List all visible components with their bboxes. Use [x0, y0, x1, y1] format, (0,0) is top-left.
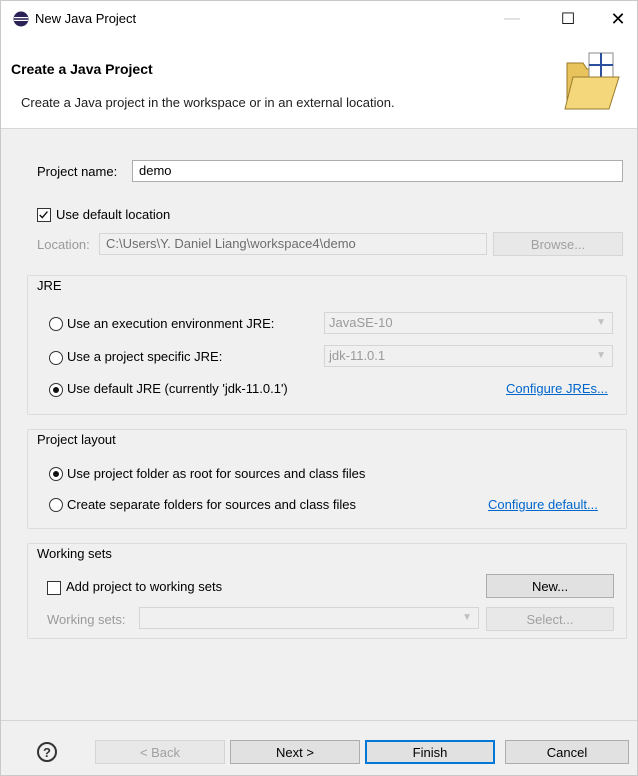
cancel-button[interactable]: Cancel	[505, 740, 629, 764]
layout-separate-label: Create separate folders for sources and …	[67, 497, 357, 512]
new-working-set-button[interactable]: New...	[486, 574, 614, 598]
page-description: Create a Java project in the workspace o…	[21, 95, 395, 110]
add-to-working-sets-checkbox[interactable]	[47, 581, 61, 595]
chevron-down-icon: ▼	[596, 350, 606, 361]
layout-root-radio[interactable]	[49, 467, 63, 481]
layout-separate-radio[interactable]	[49, 498, 63, 512]
help-icon[interactable]: ?	[37, 742, 57, 762]
location-label: Location:	[37, 237, 90, 252]
browse-button[interactable]: Browse...	[493, 232, 623, 256]
use-default-location-checkbox[interactable]	[37, 208, 51, 222]
configure-default-link[interactable]: Configure default...	[488, 497, 598, 512]
project-specific-jre-value: jdk-11.0.1	[329, 348, 386, 363]
project-specific-jre-combo[interactable]: jdk-11.0.1 ▼	[324, 345, 613, 367]
jre-project-specific-label: Use a project specific JRE:	[67, 349, 223, 364]
window-title: New Java Project	[35, 11, 137, 26]
add-to-working-sets-label: Add project to working sets	[66, 579, 223, 594]
close-button[interactable]: ✕	[595, 1, 638, 37]
jre-default-radio[interactable]	[49, 383, 63, 397]
wizard-header: Create a Java Project Create a Java proj…	[1, 37, 637, 129]
new-java-project-dialog: New Java Project — ☐ ✕ Create a Java Pro…	[0, 0, 638, 776]
layout-root-label: Use project folder as root for sources a…	[67, 466, 366, 481]
maximize-button[interactable]: ☐	[545, 1, 591, 37]
configure-jres-link[interactable]: Configure JREs...	[506, 381, 608, 396]
working-sets-group-label: Working sets	[37, 546, 112, 561]
minimize-button[interactable]: —	[489, 1, 535, 37]
checkmark-icon	[39, 211, 48, 219]
jre-group-label: JRE	[37, 278, 62, 293]
footer-separator	[1, 720, 637, 721]
title-bar: New Java Project — ☐ ✕	[1, 1, 637, 37]
location-input[interactable]: C:\Users\Y. Daniel Liang\workspace4\demo	[99, 233, 487, 255]
next-button[interactable]: Next >	[230, 740, 360, 764]
project-name-input[interactable]: demo	[132, 160, 623, 182]
folder-icon	[564, 52, 620, 110]
jre-execution-env-label: Use an execution environment JRE:	[67, 316, 275, 331]
back-button[interactable]: < Back	[95, 740, 225, 764]
chevron-down-icon: ▼	[462, 612, 472, 623]
jre-default-label: Use default JRE (currently 'jdk-11.0.1')	[67, 381, 288, 396]
project-name-label: Project name:	[37, 164, 118, 179]
project-layout-group-label: Project layout	[37, 432, 116, 447]
working-sets-combo[interactable]: ▼	[139, 607, 479, 629]
working-sets-label: Working sets:	[47, 612, 126, 627]
page-title: Create a Java Project	[11, 61, 153, 77]
execution-env-value: JavaSE-10	[329, 315, 393, 330]
jre-execution-env-radio[interactable]	[49, 317, 63, 331]
eclipse-icon	[13, 11, 29, 27]
use-default-location-label: Use default location	[56, 207, 171, 222]
finish-button[interactable]: Finish	[365, 740, 495, 764]
jre-project-specific-radio[interactable]	[49, 351, 63, 365]
chevron-down-icon: ▼	[596, 317, 606, 328]
select-working-sets-button[interactable]: Select...	[486, 607, 614, 631]
execution-env-combo[interactable]: JavaSE-10 ▼	[324, 312, 613, 334]
